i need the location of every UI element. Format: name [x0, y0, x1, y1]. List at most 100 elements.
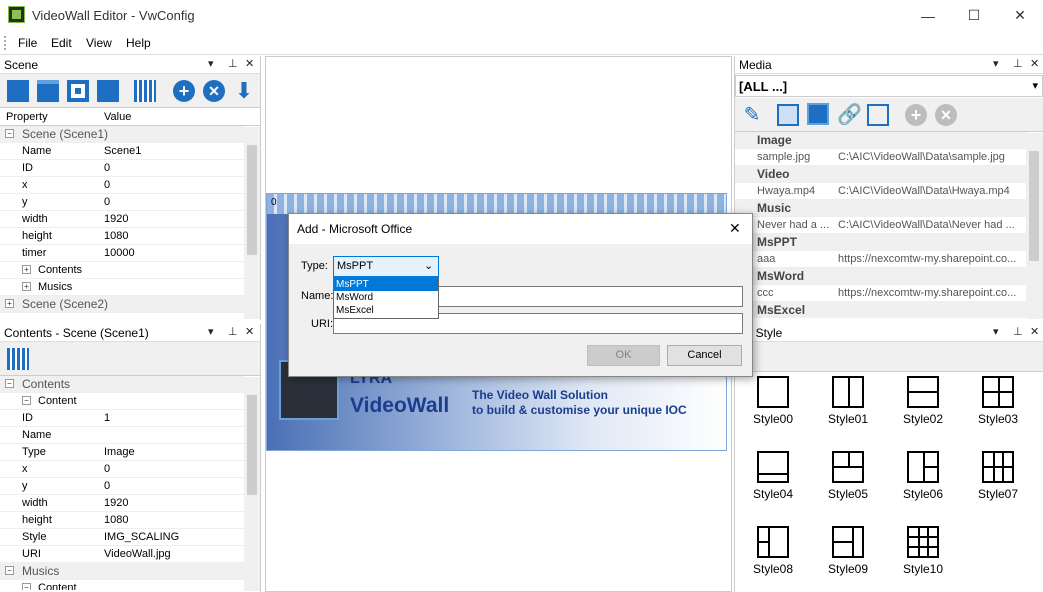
panel-close-icon[interactable]: ✕	[245, 57, 254, 70]
category-row[interactable]: MsPPT	[735, 234, 1026, 251]
menu-help[interactable]: Help	[126, 36, 151, 50]
clapper-icon[interactable]	[7, 348, 29, 370]
row-value[interactable]: VideoWall.jpg	[104, 548, 171, 560]
panel-menu-icon[interactable]: ▾	[993, 325, 999, 338]
row-value[interactable]: C:\AIC\VideoWall\Data\Never had ...	[838, 219, 1015, 231]
style-label[interactable]: Style01	[818, 412, 878, 426]
style-layout-icon[interactable]	[832, 376, 864, 408]
category-row[interactable]: MsExcel	[735, 302, 1026, 318]
style-layout-icon[interactable]	[757, 526, 789, 558]
style-layout-icon[interactable]	[757, 376, 789, 408]
media-scrollbar[interactable]	[1026, 133, 1043, 319]
row-value[interactable]: Image	[104, 446, 135, 458]
row-value[interactable]: 0	[104, 196, 110, 208]
property-row[interactable]: Name	[0, 427, 244, 444]
document-icon[interactable]	[807, 103, 829, 125]
minimize-button[interactable]: —	[905, 0, 951, 31]
pin-icon[interactable]: ⊥	[228, 57, 238, 70]
link-icon[interactable]: 🔗	[837, 104, 862, 126]
monitor-icon[interactable]	[867, 104, 889, 126]
cancel-button[interactable]: Cancel	[667, 345, 742, 366]
style-layout-icon[interactable]	[907, 376, 939, 408]
row-value[interactable]: 0	[104, 480, 110, 492]
expand-icon[interactable]: +	[22, 265, 31, 274]
row-value[interactable]: https://nexcomtw-my.sharepoint.co...	[838, 287, 1016, 299]
style-layout-icon[interactable]	[982, 376, 1014, 408]
collapse-icon[interactable]: −	[5, 566, 14, 575]
row-value[interactable]: 1920	[104, 497, 128, 509]
dropdown-option[interactable]: MsPPT	[334, 278, 438, 291]
panel-menu-icon[interactable]: ▾	[208, 325, 214, 338]
media-scroll-thumb[interactable]	[1029, 151, 1039, 261]
style-layout-icon[interactable]	[907, 451, 939, 483]
media-filter-select[interactable]: [ALL ...] ▾	[735, 75, 1043, 97]
property-row[interactable]: width 1920	[0, 211, 244, 228]
style-layout-icon[interactable]	[982, 451, 1014, 483]
row-value[interactable]: IMG_SCALING	[104, 531, 179, 543]
dropdown-option[interactable]: MsWord	[334, 291, 438, 304]
property-row[interactable]: ID 0	[0, 160, 244, 177]
style-layout-icon[interactable]	[907, 526, 939, 558]
category-row[interactable]: − Scene (Scene1)	[0, 126, 244, 143]
remove-icon[interactable]: ✕	[203, 80, 225, 102]
contents-scroll-thumb[interactable]	[247, 395, 257, 495]
row-value[interactable]: Scene1	[104, 145, 141, 157]
menu-edit[interactable]: Edit	[51, 36, 72, 50]
property-row[interactable]: + Contents	[0, 262, 244, 279]
scene-property-grid[interactable]: − Scene (Scene1) Name Scene1 ID 0 x 0 y 0 width 192…	[0, 126, 244, 318]
property-row[interactable]: − Content	[0, 580, 244, 590]
property-row[interactable]: ID 1	[0, 410, 244, 427]
style-label[interactable]: Style09	[818, 562, 878, 576]
style-label[interactable]: Style06	[893, 487, 953, 501]
category-row[interactable]: Image	[735, 132, 1026, 149]
property-row[interactable]: y0	[0, 478, 244, 495]
property-row[interactable]: ccc https://nexcomtw-my.sharepoint.co...	[735, 285, 1026, 302]
row-value[interactable]: https://nexcomtw-my.sharepoint.co...	[838, 253, 1016, 265]
property-row[interactable]: Name Scene1	[0, 143, 244, 160]
type-select[interactable]: MsPPT ⌄	[333, 256, 439, 277]
property-row[interactable]: sample.jpg C:\AIC\VideoWall\Data\sample.j…	[735, 149, 1026, 166]
row-value[interactable]: C:\AIC\VideoWall\Data\sample.jpg	[838, 151, 1005, 163]
add-media-icon[interactable]: +	[905, 104, 927, 126]
close-button[interactable]: ✕	[997, 0, 1043, 31]
ok-button[interactable]: OK	[587, 345, 660, 366]
style-label[interactable]: Style04	[743, 487, 803, 501]
row-value[interactable]: C:\AIC\VideoWall\Data\Hwaya.mp4	[838, 185, 1010, 197]
property-row[interactable]: y0	[0, 194, 244, 211]
expand-icon[interactable]: +	[5, 299, 14, 308]
row-value[interactable]: 1920	[104, 213, 128, 225]
panel-menu-icon[interactable]: ▾	[993, 57, 999, 70]
panel-menu-icon[interactable]: ▾	[208, 57, 214, 70]
category-row[interactable]: Music	[735, 200, 1026, 217]
style-layout-icon[interactable]	[832, 451, 864, 483]
panel-close-icon[interactable]: ✕	[245, 325, 254, 338]
menu-file[interactable]: File	[18, 36, 37, 50]
style-label[interactable]: Style05	[818, 487, 878, 501]
media-list[interactable]: Image sample.jpg C:\AIC\VideoWall\Data\sam…	[735, 132, 1026, 318]
scene-scroll-thumb[interactable]	[247, 145, 257, 255]
category-row[interactable]: MsWord	[735, 268, 1026, 285]
save-icon[interactable]	[67, 80, 89, 102]
property-row[interactable]: + Musics	[0, 279, 244, 296]
type-dropdown-list[interactable]: MsPPT MsWord MsExcel	[333, 277, 439, 319]
open-folder-icon[interactable]	[37, 80, 59, 102]
property-row[interactable]: Hwaya.mp4 C:\AIC\VideoWall\Data\Hwaya.mp4	[735, 183, 1026, 200]
row-value[interactable]: 0	[104, 179, 110, 191]
property-row[interactable]: x0	[0, 177, 244, 194]
contents-scrollbar[interactable]	[244, 377, 260, 591]
category-row[interactable]: + Scene (Scene2)	[0, 296, 244, 313]
row-value[interactable]: 0	[104, 463, 110, 475]
property-row[interactable]: Type Image	[0, 444, 244, 461]
collapse-icon[interactable]: −	[22, 583, 31, 590]
style-label[interactable]: Style02	[893, 412, 953, 426]
style-label[interactable]: Style08	[743, 562, 803, 576]
scene-scrollbar[interactable]	[244, 127, 260, 319]
category-row[interactable]: − Musics	[0, 563, 244, 580]
property-row[interactable]: x0	[0, 461, 244, 478]
maximize-button[interactable]: ☐	[951, 0, 997, 31]
style-label[interactable]: Style00	[743, 412, 803, 426]
dropdown-option[interactable]: MsExcel	[334, 304, 438, 317]
expand-icon[interactable]: +	[22, 282, 31, 291]
pin-icon[interactable]: ⊥	[228, 325, 238, 338]
style-layout-icon[interactable]	[832, 526, 864, 558]
